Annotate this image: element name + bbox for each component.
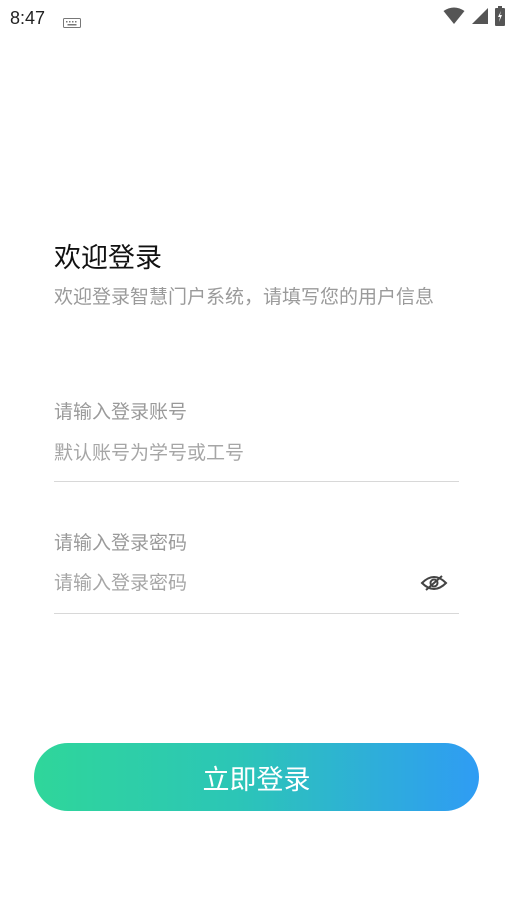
- keyboard-icon: [63, 13, 82, 28]
- wifi-icon: [443, 7, 465, 29]
- status-icons: [443, 0, 505, 36]
- password-input[interactable]: [54, 559, 414, 607]
- battery-charging-icon: [495, 6, 505, 30]
- login-button[interactable]: 立即登录: [34, 743, 479, 811]
- eye-hidden-icon[interactable]: [419, 572, 449, 594]
- page-subtitle: 欢迎登录智慧门户系统，请填写您的用户信息: [54, 286, 435, 308]
- account-divider: [54, 481, 459, 482]
- login-screen: 8:47 欢迎登录 欢迎登录智慧门户系统，请填写您的用户信息 请输入登录账号 默…: [0, 0, 513, 913]
- page-title: 欢迎登录: [54, 243, 162, 274]
- password-field-label: 请输入登录密码: [54, 532, 188, 554]
- account-input[interactable]: [54, 429, 459, 477]
- password-divider: [54, 613, 459, 614]
- status-bar: 8:47: [0, 0, 513, 36]
- cell-signal-icon: [471, 7, 489, 29]
- account-field-label: 请输入登录账号: [54, 401, 188, 423]
- status-time: 8:47: [10, 7, 46, 28]
